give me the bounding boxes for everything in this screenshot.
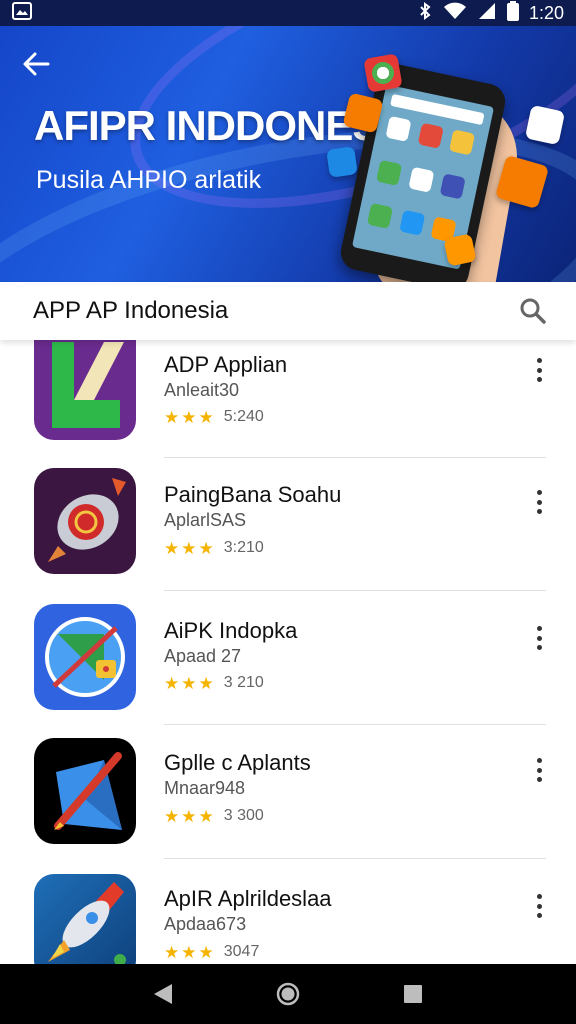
bluetooth-icon bbox=[417, 1, 433, 25]
app-name: ADP Applian bbox=[164, 352, 288, 377]
app-rating: ★ ★ ★ 3 300 bbox=[164, 807, 264, 825]
star-icon: ★ bbox=[198, 407, 214, 427]
divider bbox=[164, 457, 546, 458]
more-options-button[interactable] bbox=[526, 486, 552, 518]
search-bar[interactable]: APP AP Indonesia bbox=[0, 282, 576, 340]
app-name: AiPK Indopka bbox=[164, 618, 298, 643]
app-list-item[interactable]: AiPK Indopka Apaad 27 ★ ★ ★ 3 210 bbox=[0, 604, 576, 738]
star-icon: ★ bbox=[164, 673, 180, 693]
app-subtitle: Mnaar948 bbox=[164, 778, 246, 798]
status-bar: 1:20 bbox=[0, 0, 576, 26]
more-options-button[interactable] bbox=[526, 754, 552, 786]
shield-lock-app-icon bbox=[34, 604, 136, 710]
hero-banner: AFIPR INDDONESIA Pusila AHPIO arlatik bbox=[0, 26, 576, 282]
app-rating: ★ ★ ★ 3 210 bbox=[164, 674, 264, 692]
floating-settings-icon bbox=[524, 104, 566, 146]
rocket-app-icon bbox=[34, 874, 136, 964]
star-icon: ★ bbox=[181, 407, 197, 427]
battery-icon bbox=[506, 0, 519, 26]
nav-recents-button[interactable] bbox=[398, 979, 428, 1009]
floating-app-icon bbox=[326, 146, 358, 178]
app-name: ApIR Aplrildeslaa bbox=[164, 886, 332, 911]
divider bbox=[164, 724, 546, 725]
search-icon bbox=[520, 298, 546, 324]
star-icon: ★ bbox=[181, 942, 197, 962]
more-options-button[interactable] bbox=[526, 622, 552, 654]
star-icon: ★ bbox=[164, 538, 180, 558]
rocket-emblem-app-icon bbox=[34, 468, 136, 574]
wifi-icon bbox=[443, 2, 467, 25]
app-subtitle: Anleait30 bbox=[164, 380, 240, 400]
app-name: Gplle c Aplants bbox=[164, 750, 311, 775]
star-icon: ★ bbox=[198, 538, 214, 558]
app-subtitle: Apdaa673 bbox=[164, 914, 247, 934]
rating-count: 3:210 bbox=[223, 539, 264, 556]
nav-recents-icon bbox=[404, 985, 423, 1003]
more-options-button[interactable] bbox=[526, 354, 552, 386]
floating-app-icon bbox=[443, 233, 477, 267]
app-rating: ★ ★ ★ 3047 bbox=[164, 943, 259, 961]
star-icon: ★ bbox=[164, 806, 180, 826]
floating-chrome-icon bbox=[363, 53, 403, 93]
pencil-app-icon bbox=[34, 738, 136, 844]
app-rating: ★ ★ ★ 5:240 bbox=[164, 408, 264, 426]
star-icon: ★ bbox=[198, 673, 214, 693]
back-arrow-icon bbox=[23, 52, 50, 76]
divider bbox=[164, 590, 546, 591]
more-options-button[interactable] bbox=[526, 890, 552, 922]
app-subtitle: Apaad 27 bbox=[164, 646, 242, 666]
rating-count: 3 300 bbox=[223, 807, 264, 824]
star-icon: ★ bbox=[181, 673, 197, 693]
nav-home-icon bbox=[276, 982, 300, 1006]
nav-home-button[interactable] bbox=[273, 979, 303, 1009]
banner-subtitle: Pusila AHPIO arlatik bbox=[36, 166, 262, 194]
divider bbox=[164, 858, 546, 859]
navigation-bar bbox=[0, 964, 576, 1024]
nav-back-button[interactable] bbox=[148, 979, 178, 1009]
nav-back-icon bbox=[153, 984, 172, 1004]
search-button[interactable] bbox=[518, 296, 548, 326]
star-icon: ★ bbox=[198, 806, 214, 826]
signal-icon bbox=[477, 2, 497, 25]
app-list-item[interactable]: PaingBana Soahu AplarlSAS ★ ★ ★ 3:210 bbox=[0, 468, 576, 602]
star-icon: ★ bbox=[181, 538, 197, 558]
green-arrow-app-icon bbox=[34, 340, 136, 440]
status-time: 1:20 bbox=[528, 2, 564, 23]
gallery-icon bbox=[12, 1, 32, 25]
back-button[interactable] bbox=[18, 46, 54, 82]
rating-count: 3047 bbox=[223, 943, 260, 960]
app-rating: ★ ★ ★ 3:210 bbox=[164, 539, 264, 557]
star-icon: ★ bbox=[164, 407, 180, 427]
star-icon: ★ bbox=[164, 942, 180, 962]
app-name: PaingBana Soahu bbox=[164, 482, 342, 507]
search-input[interactable]: APP AP Indonesia bbox=[33, 297, 518, 325]
star-icon: ★ bbox=[181, 806, 197, 826]
app-list-item[interactable]: Gplle c Aplants Mnaar948 ★ ★ ★ 3 300 bbox=[0, 738, 576, 872]
app-list-item[interactable]: ADP Applian Anleait30 ★ ★ ★ 5:240 bbox=[0, 340, 576, 468]
rating-count: 3 210 bbox=[223, 674, 264, 691]
app-subtitle: AplarlSAS bbox=[164, 510, 247, 530]
app-list: ADP Applian Anleait30 ★ ★ ★ 5:240 PaingB… bbox=[0, 340, 576, 964]
app-list-item[interactable]: ApIR Aplrildeslaa Apdaa673 ★ ★ ★ 3047 bbox=[0, 874, 576, 964]
star-icon: ★ bbox=[198, 942, 214, 962]
rating-count: 5:240 bbox=[223, 408, 264, 425]
